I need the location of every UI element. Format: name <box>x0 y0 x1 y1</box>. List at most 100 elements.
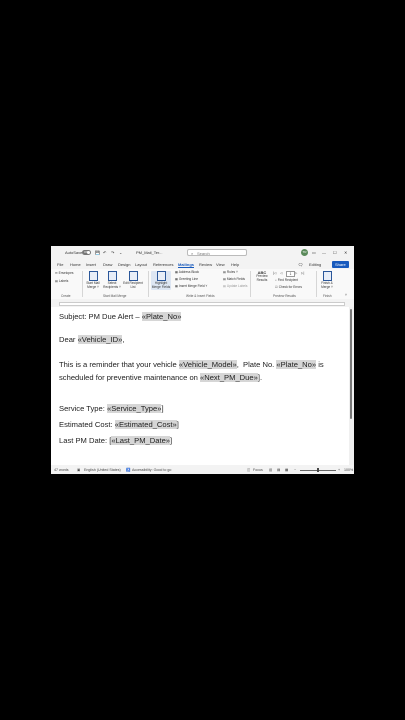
finish-merge-button[interactable]: Finish & Merge ˅ <box>319 271 335 290</box>
maximize-button[interactable]: ☐ <box>333 250 337 255</box>
proofing-icon[interactable]: ▣ <box>77 468 80 472</box>
editing-mode-button[interactable]: Editing <box>309 262 321 267</box>
accessibility-icon: ♿ <box>126 467 131 472</box>
language-status[interactable]: English (United States) <box>84 468 121 472</box>
highlight-merge-fields-button[interactable]: Highlight Merge Fields <box>151 271 171 290</box>
focus-button[interactable]: Focus <box>253 468 263 472</box>
estimated-cost-line[interactable]: Estimated Cost: «Estimated_Cost»] <box>59 420 179 429</box>
group-preview-results: Preview Results <box>273 294 296 298</box>
finish-merge-icon <box>322 271 332 281</box>
group-write-insert-fields: Write & Insert Fields <box>186 294 215 298</box>
group-finish: Finish <box>323 294 332 298</box>
merge-field-estimated-cost[interactable]: «Estimated_Cost» <box>114 420 177 429</box>
comment-icon[interactable]: 🗨 <box>298 262 303 267</box>
search-box[interactable]: ⌕ Search <box>187 249 247 256</box>
focus-icon: ◫ <box>247 467 251 472</box>
start-mail-merge-icon <box>88 271 98 281</box>
search-placeholder: Search <box>197 251 210 256</box>
title-bar: AutoSave Off 💾 ↶ ↷ ⌄ PM_Mail_Ter... ⌕ Se… <box>51 246 354 260</box>
envelope-icon: ✉ <box>55 271 58 275</box>
file-name[interactable]: PM_Mail_Ter... <box>136 250 162 255</box>
update-labels-icon: ▤ <box>223 284 227 288</box>
service-type-line[interactable]: Service Type: «Service_Type»] <box>59 404 164 413</box>
merge-field-vehicle-model[interactable]: «Vehicle_Model» <box>178 360 237 369</box>
labels-button[interactable]: ▤ Labels <box>55 279 68 284</box>
scrollbar-thumb[interactable] <box>350 309 352 419</box>
tab-mailings[interactable]: Mailings <box>178 262 195 268</box>
start-mail-merge-button[interactable]: Start Mail Merge ˅ <box>85 271 101 290</box>
check-for-errors-icon: ☑ <box>275 285 278 289</box>
last-pm-date-line[interactable]: Last PM Date: [«Last_PM_Date»] <box>59 436 172 445</box>
merge-field-last-pm-date[interactable]: «Last_PM_Date» <box>111 436 171 445</box>
status-bar: 47 words ▣ English (United States) ♿ Acc… <box>51 465 354 474</box>
accessibility-status[interactable]: Accessibility: Good to go <box>132 468 171 472</box>
record-number-input[interactable]: 1 <box>286 270 295 277</box>
avatar[interactable]: TR <box>301 249 308 256</box>
tab-help[interactable]: Help <box>231 262 239 267</box>
merge-field-plate-no-2[interactable]: «Plate_No» <box>276 360 317 369</box>
check-for-errors-button[interactable]: ☑ Check for Errors <box>275 285 302 290</box>
mailings-ribbon: ✉ Envelopes ▤ Labels Create Start Mail M… <box>51 269 354 300</box>
next-record-icon[interactable]: ▷ <box>295 271 297 275</box>
customize-qat-icon[interactable]: ⌄ <box>119 250 122 255</box>
group-start-mail-merge: Start Mail Merge <box>103 294 127 298</box>
match-fields-button[interactable]: ▤ Match Fields <box>223 277 245 282</box>
address-block-button[interactable]: ▦ Address Block <box>175 270 199 275</box>
merge-field-next-pm-due[interactable]: «Next_PM_Due» <box>200 373 258 382</box>
greeting-line-icon: ▦ <box>175 277 179 281</box>
zoom-out-icon[interactable]: − <box>294 468 296 472</box>
tab-review[interactable]: Review <box>199 262 212 267</box>
zoom-slider-thumb[interactable] <box>317 468 319 472</box>
reminder-line-2[interactable]: scheduled for preventive maintenance on … <box>59 373 262 382</box>
tab-layout[interactable]: Layout <box>135 262 147 267</box>
match-fields-icon: ▤ <box>223 277 227 281</box>
tab-home[interactable]: Home <box>70 262 81 267</box>
edit-recipient-list-button[interactable]: Edit Recipient List <box>123 271 143 290</box>
greeting-line[interactable]: Dear «Vehicle_ID», <box>59 335 124 344</box>
select-recipients-button[interactable]: Select Recipients ˅ <box>103 271 121 290</box>
tab-references[interactable]: References <box>153 262 173 267</box>
rules-icon: ▤ <box>223 270 227 274</box>
tab-draw[interactable]: Draw <box>103 262 112 267</box>
share-button[interactable]: Share <box>332 261 349 268</box>
find-recipient-button[interactable]: ⌕ Find Recipient <box>275 278 298 283</box>
autosave-label: AutoSave <box>65 250 83 255</box>
tab-file[interactable]: File <box>57 262 63 267</box>
subject-line[interactable]: Subject: PM Due Alert – «Plate_No» <box>59 312 182 321</box>
group-create: Create <box>61 294 71 298</box>
word-window: AutoSave Off 💾 ↶ ↷ ⌄ PM_Mail_Ter... ⌕ Se… <box>51 246 354 474</box>
undo-icon[interactable]: ↶ <box>103 250 106 255</box>
save-icon[interactable]: 💾 <box>95 250 100 255</box>
ribbon-display-icon[interactable]: ▭ <box>312 250 316 255</box>
close-button[interactable]: ✕ <box>344 250 347 255</box>
preview-results-button[interactable]: ABC Preview Results <box>254 271 270 282</box>
search-icon: ⌕ <box>191 251 194 256</box>
redo-icon[interactable]: ↷ <box>111 250 114 255</box>
first-record-icon[interactable]: |◁ <box>273 271 276 275</box>
previous-record-icon[interactable]: ◁ <box>280 271 282 275</box>
insert-merge-field-button[interactable]: ▦ Insert Merge Field ˅ <box>175 284 207 289</box>
tab-insert[interactable]: Insert <box>86 262 96 267</box>
collapse-ribbon-icon[interactable]: ˅ <box>345 293 347 297</box>
read-mode-icon[interactable]: ▥ <box>269 468 272 472</box>
merge-field-vehicle-id[interactable]: «Vehicle_ID» <box>77 335 123 344</box>
print-layout-icon[interactable]: ▤ <box>277 468 280 472</box>
reminder-line-1[interactable]: This is a reminder that your vehicle «Ve… <box>59 360 324 369</box>
tab-view[interactable]: View <box>216 262 225 267</box>
update-labels-button[interactable]: ▤ Update Labels <box>223 284 247 289</box>
merge-field-service-type[interactable]: «Service_Type» <box>106 404 162 413</box>
word-count[interactable]: 47 words <box>54 468 69 472</box>
tab-design[interactable]: Design <box>118 262 130 267</box>
edit-recipient-list-icon <box>128 271 138 281</box>
web-layout-icon[interactable]: ▦ <box>285 468 288 472</box>
minimize-button[interactable]: — <box>322 250 326 255</box>
greeting-line-button[interactable]: ▦ Greeting Line <box>175 277 198 282</box>
document-canvas[interactable]: Subject: PM Due Alert – «Plate_No» Dear … <box>51 307 349 465</box>
zoom-in-icon[interactable]: + <box>338 468 340 472</box>
last-record-icon[interactable]: ▷| <box>301 271 304 275</box>
rules-button[interactable]: ▤ Rules ˅ <box>223 270 238 275</box>
merge-field-plate-no[interactable]: «Plate_No» <box>141 312 182 321</box>
zoom-level[interactable]: 100% <box>344 468 353 472</box>
envelopes-button[interactable]: ✉ Envelopes <box>55 271 73 276</box>
vertical-scrollbar[interactable] <box>349 307 354 465</box>
